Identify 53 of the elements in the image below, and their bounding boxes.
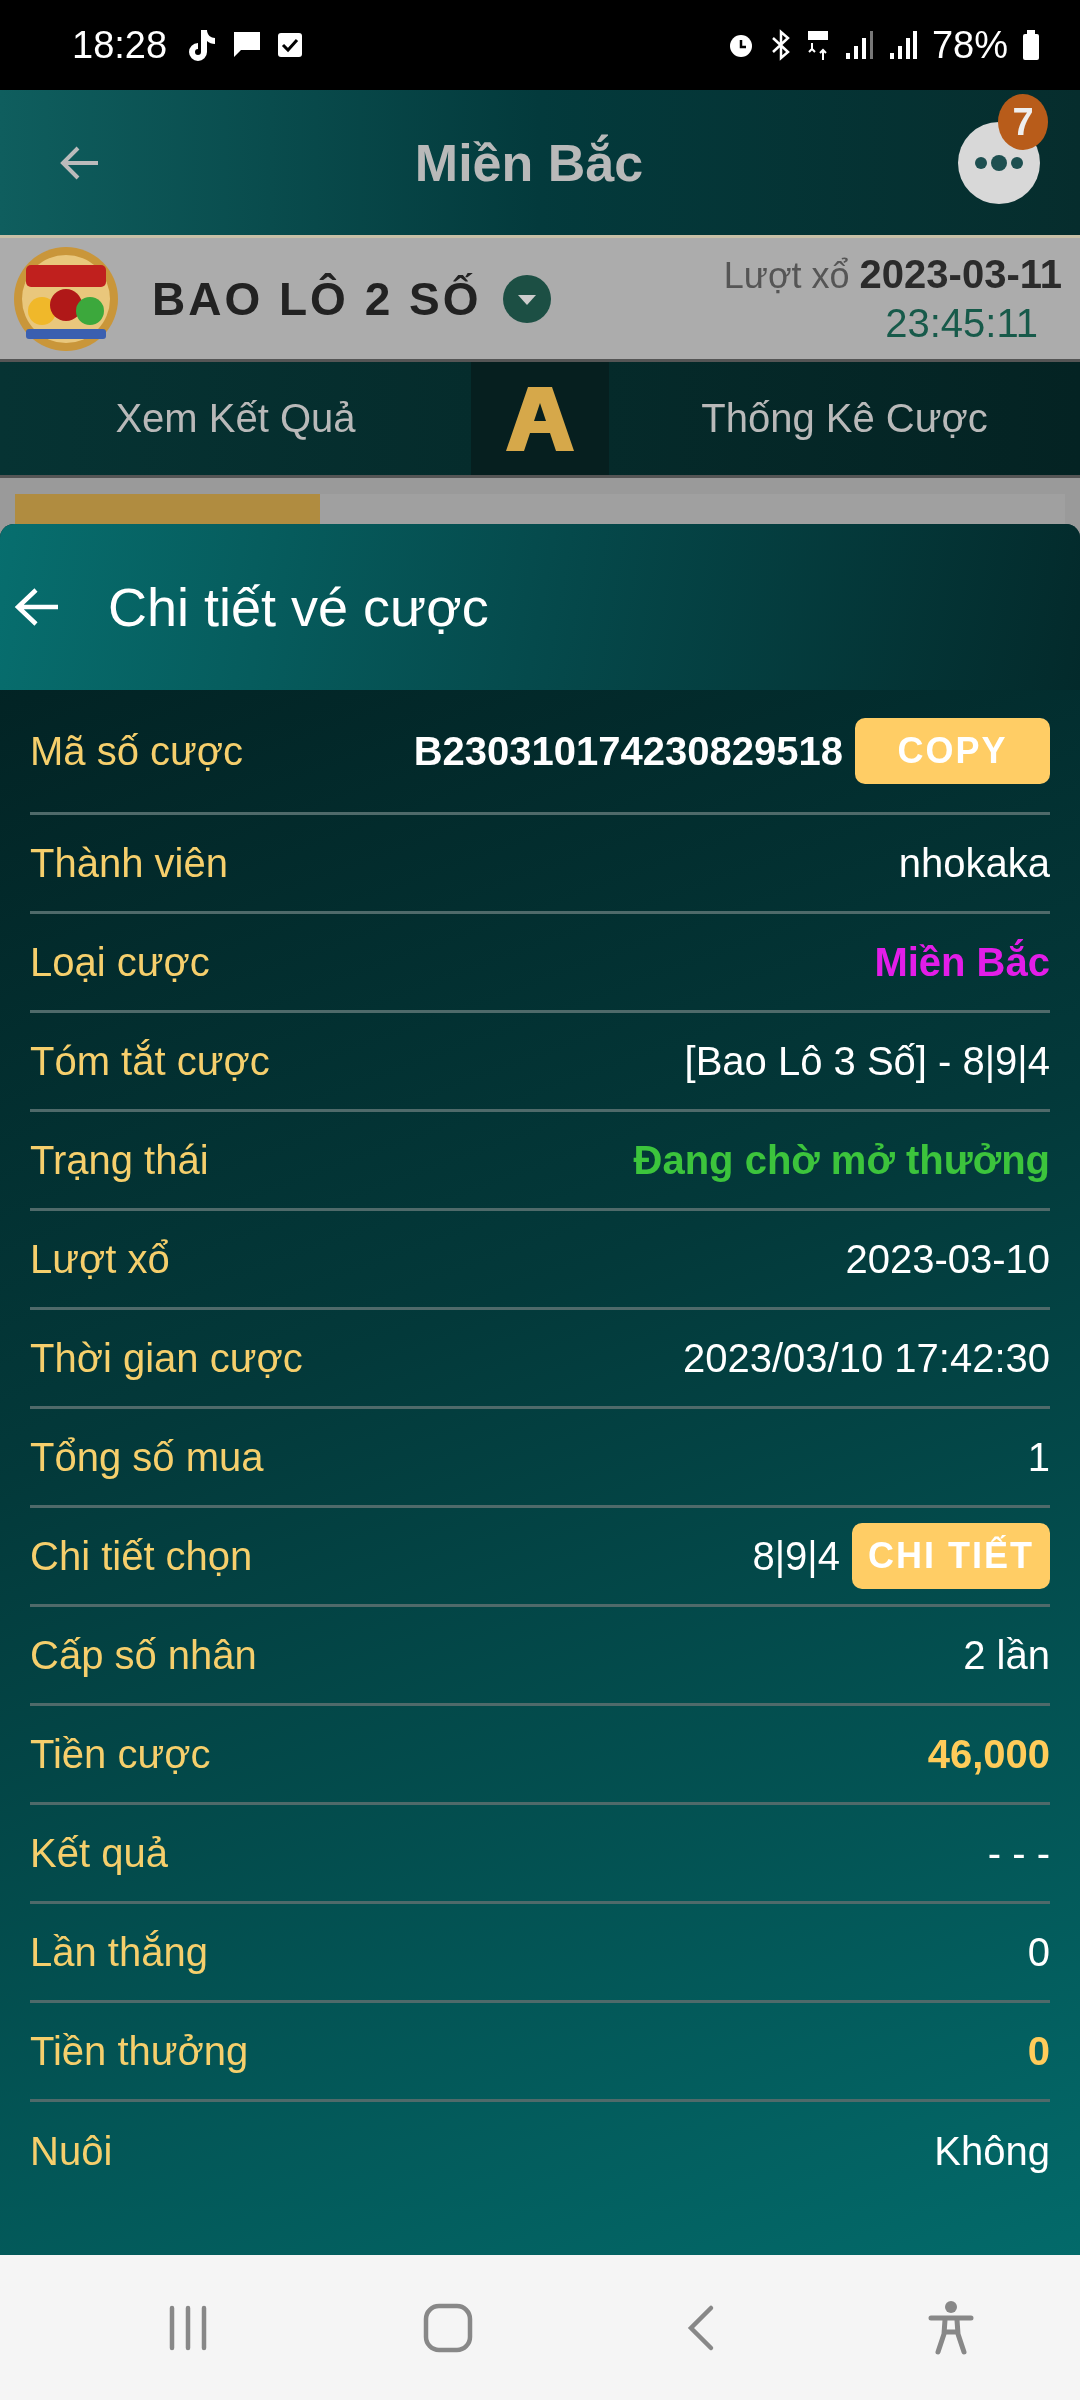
countdown: 23:45:11 (885, 300, 1038, 346)
back-icon[interactable] (685, 2303, 716, 2352)
tab[interactable]: Thống Kê Cược (609, 362, 1080, 475)
draw-label: Lượt xổ (723, 254, 850, 297)
signal-icon (843, 29, 874, 61)
field-value: 46,000 (927, 1731, 1050, 1777)
field-label: Tiền cược (30, 1731, 211, 1777)
accessibility-icon[interactable] (927, 2299, 974, 2356)
field-label: Tóm tắt cược (30, 1038, 270, 1084)
field-value: 0 (1027, 1929, 1050, 1975)
status-time: 18:28 (72, 23, 168, 67)
field-value: - - - (987, 1830, 1050, 1876)
home-icon[interactable] (422, 2302, 473, 2353)
music-note-icon (187, 28, 218, 62)
page-title: Miền Bắc (413, 132, 645, 193)
field-value: [Bao Lô 3 Số] - 8|9|4 (684, 1038, 1050, 1084)
field-value: B230310174230829518 (413, 728, 843, 774)
field-value: Đang chờ mở thưởng (633, 1137, 1050, 1183)
field-label: Nuôi (30, 2129, 113, 2174)
field-value: 0 (1027, 2028, 1050, 2074)
field-label: Trạng thái (30, 1137, 209, 1183)
field-label: Thời gian cược (30, 1335, 303, 1381)
field-value: Miền Bắc (874, 939, 1050, 985)
field-label: Chi tiết chọn (30, 1533, 253, 1579)
field-label: Kết quả (30, 1830, 168, 1876)
field-label: Lượt xổ (30, 1236, 170, 1282)
draw-date: 2023-03-11 (859, 251, 1062, 297)
game-type[interactable]: BAO LÔ 2 SỐ (152, 271, 482, 326)
notification-badge: 7 (998, 94, 1048, 150)
field-label: Tiền thưởng (30, 2028, 249, 2074)
battery-icon (1022, 30, 1040, 60)
sheet-title: Chi tiết vé cược (108, 576, 489, 638)
field-value: Không (934, 2129, 1050, 2174)
back-icon[interactable] (60, 144, 100, 181)
field-value: nhokaka (898, 840, 1050, 886)
field-value: 2 lần (963, 1632, 1050, 1678)
field-label: Thành viên (30, 840, 228, 886)
letter-logo-icon (504, 384, 576, 453)
tab[interactable]: Xem Kết Quả (0, 362, 471, 475)
mobile-data-icon (805, 29, 830, 61)
field-label: Cấp số nhân (30, 1632, 257, 1678)
field-label: Tổng số mua (30, 1434, 264, 1480)
signal-icon (887, 29, 918, 61)
field-value: 8|9|4 (752, 1533, 840, 1579)
field-label: Lần thắng (30, 1929, 208, 1975)
field-value: 2023/03/10 17:42:30 (683, 1335, 1050, 1381)
dropdown-icon[interactable] (503, 274, 552, 323)
checkbox-icon (277, 32, 304, 58)
field-value: 1 (1027, 1434, 1050, 1480)
field-label: Loại cược (30, 939, 210, 985)
field-value: 2023-03-10 (845, 1236, 1050, 1282)
field-label: Mã số cược (30, 728, 244, 774)
battery-level: 78% (931, 23, 1008, 67)
